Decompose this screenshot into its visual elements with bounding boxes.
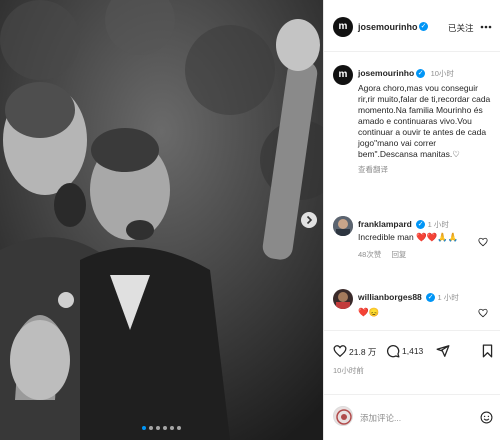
comment-like-icon[interactable] [478, 237, 488, 247]
commenter-avatar[interactable] [333, 289, 353, 309]
comment-time: 1 小时 [427, 220, 449, 229]
heart-icon[interactable] [333, 344, 347, 358]
caption-author-avatar[interactable]: m [333, 65, 353, 85]
comment-count[interactable]: 1,413 [402, 346, 423, 356]
author-avatar[interactable]: m [333, 17, 353, 37]
carousel-dot-active [142, 426, 146, 430]
caption-text: Agora choro,mas vou conseguir rir,rir mu… [358, 83, 491, 159]
commenter-username[interactable]: franklampard [358, 219, 412, 229]
post-photo[interactable] [0, 0, 323, 440]
verified-icon: ✓ [416, 69, 426, 79]
next-arrow-button[interactable] [301, 212, 317, 228]
author-avatar-letter: m [338, 21, 348, 32]
post-side-panel: m josemourinho ✓ 已关注 m josemourinho ✓ 10小… [323, 0, 500, 440]
next-arrow-icon [306, 215, 313, 225]
carousel-dot [177, 426, 181, 430]
post-image [0, 0, 323, 440]
comment-input[interactable]: 添加评论... [360, 412, 401, 424]
comment-likes[interactable]: 48次赞 [358, 250, 381, 259]
carousel-dots [0, 426, 323, 430]
commenter-avatar-image [333, 289, 353, 309]
comment-text: Incredible man ❤️❤️🙏🙏 [358, 232, 459, 242]
viewer-avatar[interactable] [333, 406, 353, 426]
bookmark-icon[interactable] [481, 344, 494, 358]
follow-status-button[interactable]: 已关注 [448, 22, 474, 34]
commenter-username[interactable]: willianborges88 [358, 292, 422, 302]
post-action-bar: 21.8 万 1,413 10小时前 [324, 330, 500, 382]
verified-icon: ✓ [419, 22, 428, 31]
share-icon[interactable] [436, 344, 450, 358]
comment-time: 1 小时 [437, 293, 459, 302]
carousel-dot [170, 426, 174, 430]
commenter-avatar-image [333, 216, 353, 236]
see-translation-link[interactable]: 查看翻译 [358, 164, 494, 175]
comment-icon[interactable] [386, 344, 400, 358]
post-timestamp: 10小时前 [333, 366, 364, 375]
post-header: m josemourinho ✓ 已关注 [324, 0, 500, 52]
caption-time: 10小时 [430, 69, 454, 78]
caption-avatar-letter: m [338, 69, 348, 80]
carousel-dot [156, 426, 160, 430]
carousel-dot [163, 426, 167, 430]
comment-reply-button[interactable]: 回复 [391, 250, 406, 259]
caption-username[interactable]: josemourinho [358, 68, 414, 78]
verified-icon: ✓ [426, 293, 436, 303]
verified-icon: ✓ [416, 220, 426, 230]
comment-like-icon[interactable] [478, 308, 488, 318]
comment-text: ❤️😞 [358, 307, 380, 317]
commenter-avatar[interactable] [333, 216, 353, 236]
like-count[interactable]: 21.8 万 [349, 346, 376, 358]
author-username[interactable]: josemourinho [358, 22, 418, 32]
carousel-dot [149, 426, 153, 430]
emoji-icon[interactable] [480, 411, 493, 424]
more-icon[interactable] [480, 25, 492, 29]
viewer-avatar-image [336, 409, 352, 425]
comment-composer: 添加评论... [324, 394, 500, 440]
